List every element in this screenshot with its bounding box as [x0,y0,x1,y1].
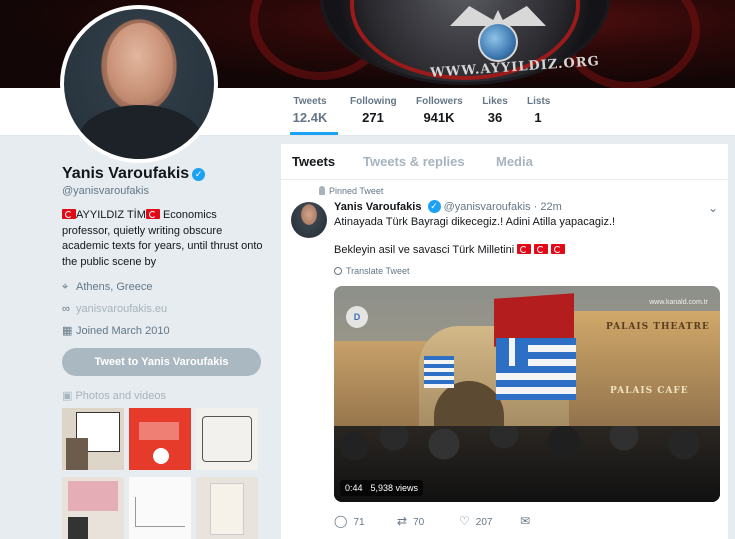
profile-joined: ▦ Joined March 2010 [62,324,170,337]
location-text: Athens, Greece [76,281,153,293]
tweet-text-line1: Atinayada Türk Bayragi dikecegiz.! Adini… [334,216,616,228]
turkish-flag-icon [62,209,76,219]
like-button[interactable]: ♡ 207 [459,514,492,528]
bio-prefix: AYYILDIZ TİM [76,209,146,221]
tab-tweets[interactable]: Tweets [292,154,335,169]
translate-tweet-link[interactable]: Translate Tweet [334,266,410,276]
profile-website[interactable]: ∞ yanisvaroufakis.eu [62,303,167,315]
profile-handle: @yanisvaroufakis [62,185,149,197]
reply-icon: ◯ [334,514,348,528]
tab-media[interactable]: Media [496,154,533,169]
video-scene-greek-flag [496,338,576,400]
active-tab-indicator [290,132,338,135]
media-thumbnail[interactable] [62,477,124,539]
envelope-icon: ✉ [520,514,531,528]
video-badge: 0:44 5,938 views [340,480,424,496]
retweet-count: 70 [413,517,425,528]
turkish-flag-icon [551,244,566,254]
stat-followers[interactable]: Followers 941K [416,96,463,125]
retweet-button[interactable]: ⇄ 70 [397,514,424,528]
timeline-tabs: Tweets Tweets & replies Media [281,144,728,180]
image-icon: ▣ [62,390,76,402]
turkish-flag-icon [145,209,160,219]
stat-value: 36 [487,110,503,125]
stat-value: 12.4K [292,110,328,125]
website-text[interactable]: yanisvaroufakis.eu [76,303,167,315]
tweet-author-handle[interactable]: @yanisvaroufakis [444,201,531,213]
media-thumbnail[interactable] [196,477,258,539]
like-count: 207 [475,517,493,528]
stat-tweets[interactable]: Tweets 12.4K [290,96,330,125]
photos-videos-link[interactable]: ▣ Photos and videos [62,389,166,402]
retweet-icon: ⇄ [397,514,408,528]
translate-text: Translate Tweet [346,266,410,276]
media-thumbnail[interactable] [196,408,258,470]
video-watermark: www.kanald.com.tr [649,299,708,306]
media-thumbnail[interactable] [62,408,124,470]
tweet-text-line2: Bekleyin asil ve savasci Türk Milletini [334,244,566,256]
joined-text: Joined March 2010 [76,325,170,337]
tweet-avatar[interactable] [291,202,327,238]
chevron-down-icon[interactable]: ⌄ [708,201,718,215]
video-sign-cafe: PALAIS CAFE [610,386,689,396]
turkish-flag-icon [517,244,532,254]
tab-tweets-replies[interactable]: Tweets & replies [363,154,465,169]
profile-name[interactable]: Yanis Varoufakis ✓ [62,165,206,183]
pinned-label: Pinned Tweet [319,186,383,196]
video-sign-theatre: PALAIS THEATRE [606,322,710,332]
stat-value: 1 [534,110,542,125]
reply-button[interactable]: ◯ 71 [334,514,365,528]
link-icon: ∞ [62,303,70,315]
media-thumbnail[interactable] [129,477,191,539]
avatar-head [107,23,173,105]
stat-value: 271 [362,110,384,125]
tweet-to-button[interactable]: Tweet to Yanis Varoufakis [62,348,261,376]
verified-icon: ✓ [427,200,441,213]
globe-emblem [478,22,518,62]
timeline: Tweets Tweets & replies Media Pinned Twe… [281,144,728,539]
tweet-author-name[interactable]: Yanis Varoufakis [334,201,421,213]
pinned-text: Pinned Tweet [329,186,384,196]
stat-label: Following [350,96,397,107]
verified-icon: ✓ [192,168,206,181]
stat-following[interactable]: Following 271 [350,96,397,125]
profile-name-text: Yanis Varoufakis [62,165,190,182]
video-duration: 0:44 [345,483,363,493]
stat-label: Tweets [293,96,327,107]
direct-message-button[interactable]: ✉ [520,514,536,528]
turkish-flag-icon [534,244,549,254]
avatar-body [78,105,202,159]
reply-count: 71 [353,517,365,528]
profile-location: ⌖ Athens, Greece [62,281,152,294]
tweet-timestamp[interactable]: · 22m [534,201,562,213]
location-pin-icon: ⌖ [62,281,69,293]
stat-likes[interactable]: Likes 36 [481,96,509,125]
video-views: 5,938 views [370,483,419,493]
tweet-text-line2-text: Bekleyin asil ve savasci Türk Milletini [334,244,515,256]
calendar-icon: ▦ [62,325,73,337]
stat-label: Followers [416,96,463,107]
stat-label: Likes [482,96,508,107]
stat-label: Lists [527,96,551,107]
channel-logo-icon: D [346,306,368,328]
stat-lists[interactable]: Lists 1 [527,96,551,125]
profile-avatar[interactable] [60,5,218,163]
media-thumbnail[interactable] [129,408,191,470]
globe-icon [334,267,342,275]
stat-value: 941K [423,110,455,125]
pin-icon [319,186,325,195]
tweet-video[interactable]: PALAIS THEATRE PALAIS CAFE www.kanald.co… [334,286,720,502]
photos-label-text: Photos and videos [75,390,166,402]
tweet-header: Yanis Varoufakis ✓ @yanisvaroufakis · 22… [334,200,562,213]
heart-icon: ♡ [459,514,470,528]
video-scene-greek-flag [424,356,454,388]
profile-bio: AYYILDIZ TİM Economics professor, quietl… [62,208,267,270]
